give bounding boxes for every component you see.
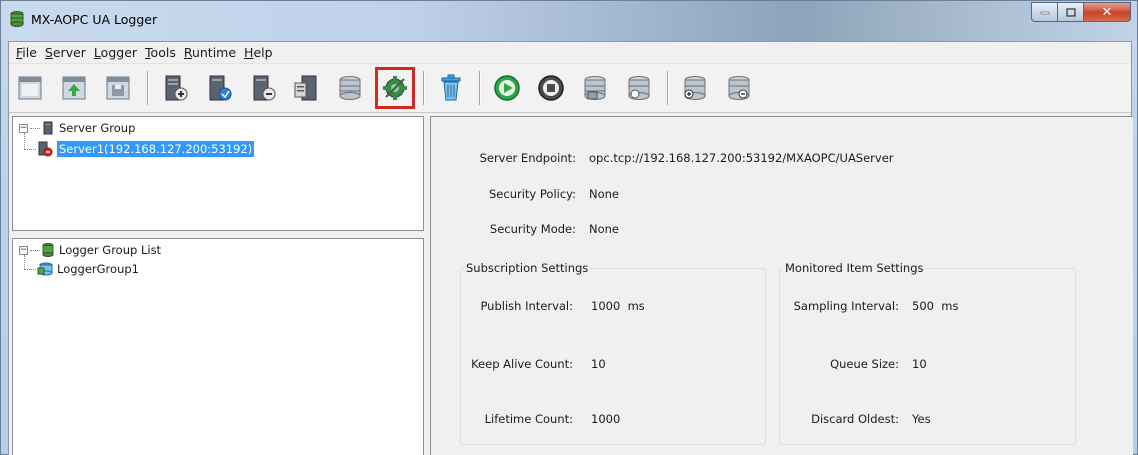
open-project-button[interactable]	[57, 69, 93, 107]
logger-group-label: LoggerGroup1	[57, 262, 139, 276]
close-icon: ✕	[1101, 4, 1113, 20]
database-icon	[584, 76, 606, 100]
discard-oldest-value: Yes	[912, 412, 931, 426]
toolbar-separator	[423, 71, 425, 105]
menu-file[interactable]: File	[12, 45, 41, 60]
publish-interval-value: 1000 ms	[591, 299, 645, 313]
open-project-icon	[62, 76, 86, 100]
collapse-icon[interactable]: −	[19, 123, 28, 133]
remove-server-icon	[253, 75, 276, 101]
menu-bar: File Server Logger Tools Runtime Help	[9, 42, 1131, 63]
sampling-interval-value: 500 ms	[912, 299, 959, 313]
window-title: MX-AOPC UA Logger	[31, 12, 158, 27]
logger-group-list-node[interactable]: − Logger Group List	[19, 243, 161, 257]
endpoint-value: opc.tcp://192.168.127.200:53192/MXAOPC/U…	[589, 151, 894, 165]
save-project-icon	[106, 76, 130, 100]
server-configuration-button[interactable]	[375, 67, 415, 109]
keep-alive-label: Keep Alive Count:	[471, 357, 573, 371]
monitored-item-settings-group: Monitored Item Settings Sampling Interva…	[779, 261, 1076, 445]
server-properties-button[interactable]	[289, 69, 325, 107]
app-window: MX-AOPC UA Logger ✕ File Server Logger T…	[0, 0, 1138, 455]
start-button[interactable]	[489, 69, 525, 107]
new-project-icon	[18, 76, 42, 100]
server-configuration-icon	[383, 76, 407, 100]
sampling-interval-label: Sampling Interval:	[793, 299, 899, 313]
database-button[interactable]	[577, 69, 613, 107]
title-bar[interactable]: MX-AOPC UA Logger ✕	[1, 1, 1137, 41]
menu-tools[interactable]: Tools	[141, 45, 180, 60]
server-properties-icon	[294, 75, 317, 101]
mode-label: Security Mode:	[489, 222, 576, 236]
connect-server-icon	[209, 75, 232, 101]
delete-button[interactable]	[433, 69, 469, 107]
toolbar-separator	[667, 71, 669, 105]
server-group-icon	[43, 121, 53, 135]
close-button[interactable]: ✕	[1084, 2, 1131, 22]
add-database-button[interactable]	[677, 69, 713, 107]
menu-runtime[interactable]: Runtime	[180, 45, 240, 60]
logger-list-icon	[42, 243, 54, 257]
maximize-icon	[1065, 7, 1076, 17]
database-properties-button[interactable]	[621, 69, 657, 107]
queue-size-label: Queue Size:	[830, 357, 899, 371]
add-logger-group-icon	[339, 76, 361, 100]
database-properties-icon	[628, 76, 650, 100]
logger-group-list-label: Logger Group List	[59, 243, 162, 257]
maximize-button[interactable]	[1058, 2, 1084, 22]
remove-server-button[interactable]	[245, 69, 281, 107]
discard-oldest-label: Discard Oldest:	[811, 412, 899, 426]
monitored-item-settings-title: Monitored Item Settings	[783, 261, 926, 275]
remove-database-icon	[728, 76, 750, 100]
minimize-icon	[1040, 11, 1049, 15]
menu-help[interactable]: Help	[240, 45, 277, 60]
add-database-icon	[684, 76, 706, 100]
server-tree-panel: − Server Group Server1(192.168.127.200:5…	[12, 116, 424, 231]
new-project-button[interactable]	[13, 69, 49, 107]
queue-size-value: 10	[912, 357, 927, 371]
toolbar-separator	[147, 71, 149, 105]
endpoint-label: Server Endpoint:	[479, 151, 576, 165]
logger-group-icon	[37, 262, 53, 276]
policy-value: None	[589, 187, 620, 201]
app-logo-icon	[10, 11, 24, 27]
collapse-icon[interactable]: −	[19, 245, 28, 255]
subscription-settings-group: Subscription Settings Publish Interval: …	[460, 261, 766, 445]
toolbar-separator	[479, 71, 481, 105]
lifetime-count-value: 1000	[591, 412, 621, 426]
menu-logger[interactable]: Logger	[90, 45, 141, 60]
remove-database-button[interactable]	[721, 69, 757, 107]
client-area: File Server Logger Tools Runtime Help − …	[8, 41, 1133, 455]
mode-value: None	[589, 222, 620, 236]
add-logger-group-button[interactable]	[333, 69, 369, 107]
start-icon	[494, 75, 520, 101]
server-disconnected-icon	[38, 141, 53, 157]
keep-alive-value: 10	[591, 357, 606, 371]
logger-tree-panel: − Logger Group List LoggerGroup1	[12, 238, 424, 455]
server-node[interactable]: Server1(192.168.127.200:53192)	[37, 141, 255, 157]
details-panel: Server Endpoint: opc.tcp://192.168.127.2…	[430, 116, 1133, 455]
stop-icon	[538, 75, 564, 101]
logger-group-node[interactable]: LoggerGroup1	[37, 262, 139, 276]
publish-interval-label: Publish Interval:	[480, 299, 573, 313]
server-group-label: Server Group	[59, 121, 136, 135]
delete-icon	[441, 74, 461, 101]
subscription-settings-title: Subscription Settings	[464, 261, 591, 275]
minimize-button[interactable]	[1031, 2, 1058, 22]
toolbar	[9, 63, 1131, 113]
menu-server[interactable]: Server	[41, 45, 90, 60]
lifetime-count-label: Lifetime Count:	[484, 412, 573, 426]
connect-server-button[interactable]	[201, 69, 237, 107]
stop-button[interactable]	[533, 69, 569, 107]
save-project-button[interactable]	[101, 69, 137, 107]
server-label: Server1(192.168.127.200:53192)	[57, 141, 255, 157]
add-server-button[interactable]	[157, 69, 193, 107]
server-group-node[interactable]: − Server Group	[19, 121, 135, 135]
add-server-icon	[165, 75, 188, 101]
policy-label: Security Policy:	[489, 187, 576, 201]
